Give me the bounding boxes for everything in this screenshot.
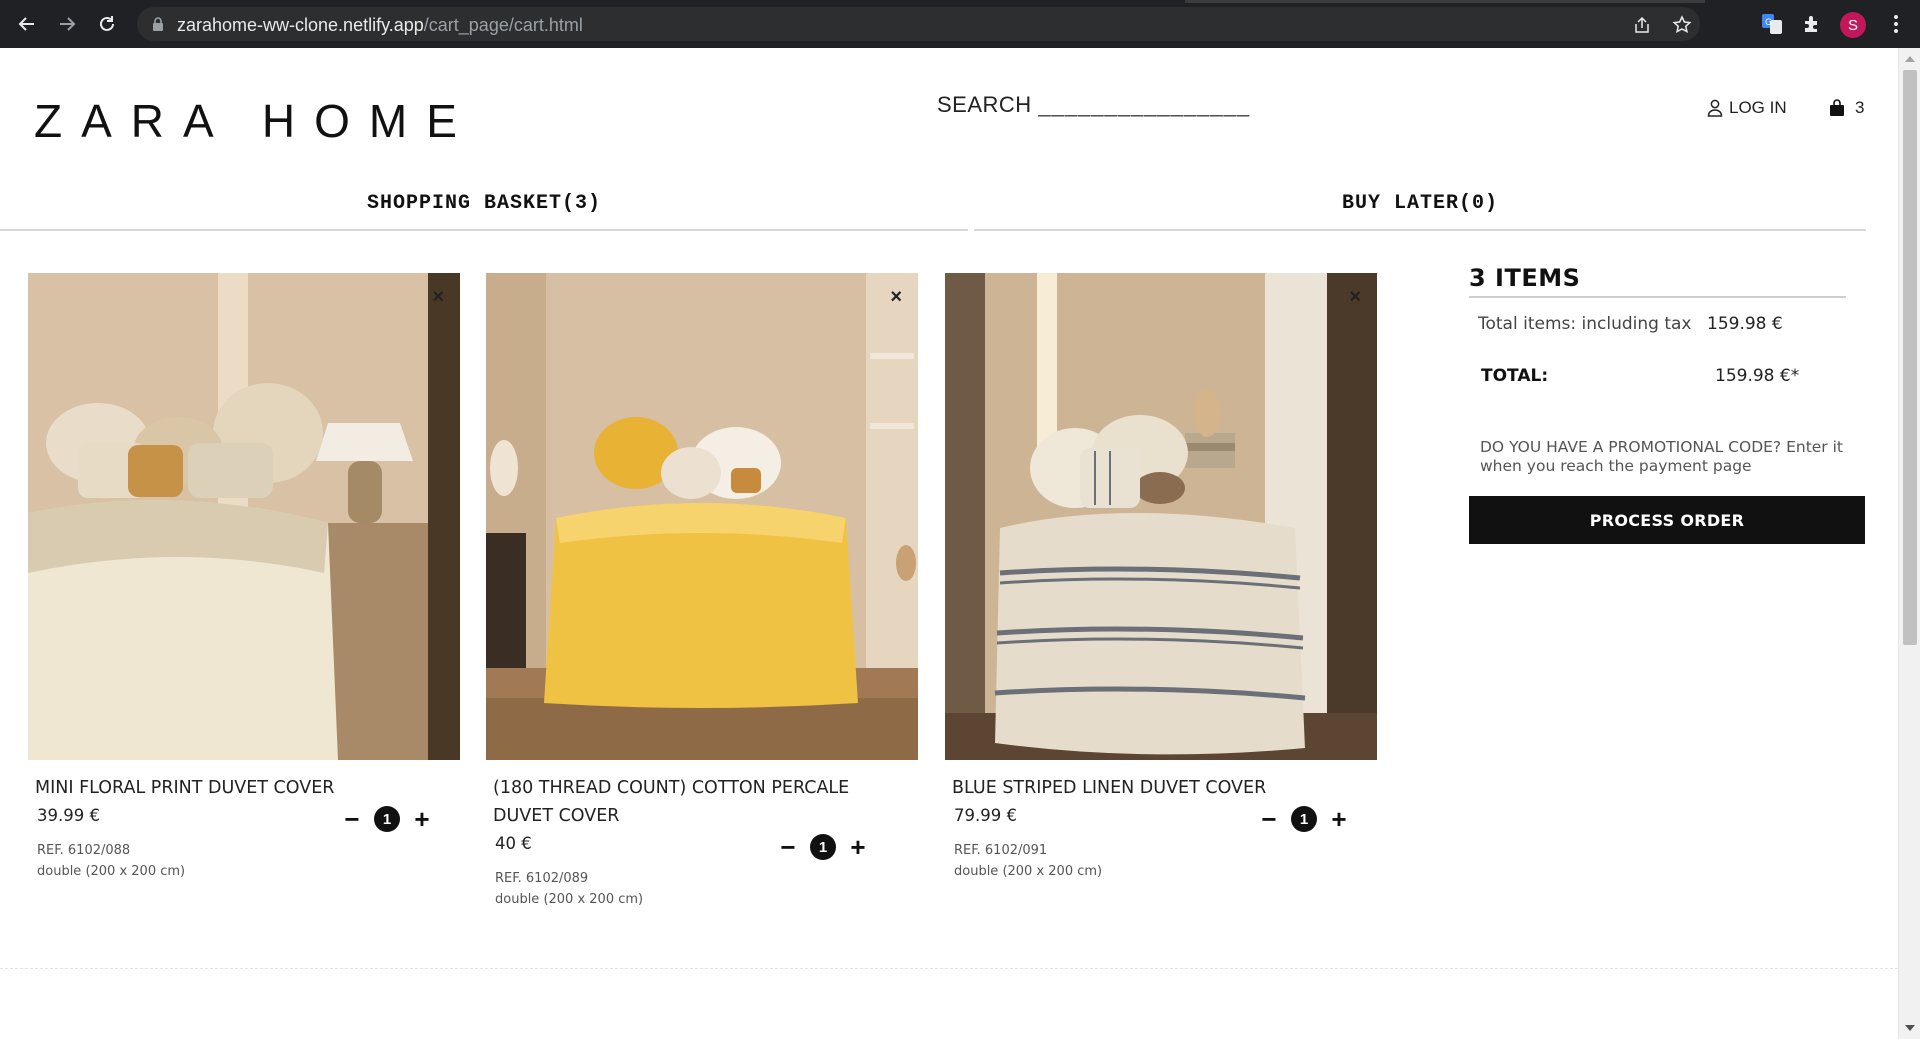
quantity-value: 1	[374, 806, 400, 832]
svg-text:G: G	[1765, 18, 1772, 28]
reload-icon[interactable]	[93, 10, 121, 38]
bookmark-star-icon[interactable]	[1672, 15, 1692, 35]
price-qty-row: 39.99 € − 1 +	[37, 806, 460, 834]
extensions-puzzle-icon[interactable]	[1800, 12, 1824, 36]
product-price: 40 €	[495, 834, 532, 853]
quantity-value: 1	[810, 834, 836, 860]
user-icon	[1707, 99, 1723, 117]
total-items-label: Total items: including tax	[1478, 314, 1692, 334]
cart-count: 3	[1855, 98, 1865, 117]
decrease-qty-button[interactable]: −	[1259, 806, 1279, 832]
cart-tabs: SHOPPING BASKET(3) BUY LATER(0)	[0, 178, 1866, 231]
profile-avatar[interactable]: S	[1840, 12, 1866, 38]
product-name[interactable]: BLUE STRIPED LINEN DUVET COVER	[952, 774, 1372, 802]
product-size: double (200 x 200 cm)	[37, 864, 186, 879]
total-row: TOTAL: 159.98 €*	[1469, 362, 1865, 392]
product-size: double (200 x 200 cm)	[495, 892, 644, 907]
promo-code-note: DO YOU HAVE A PROMOTIONAL CODE? Enter it…	[1480, 438, 1843, 475]
product-image[interactable]: ×	[28, 273, 460, 760]
translate-icon[interactable]: G	[1760, 12, 1784, 36]
address-bar[interactable]: zarahome-ww-clone.netlify.app/cart_page/…	[137, 7, 1700, 41]
cart-page: ZARA HOME SEARCH ________________ LOG IN…	[0, 48, 1898, 1039]
tab-buy-later[interactable]: BUY LATER(0)	[974, 178, 1866, 231]
scroll-up-arrow-icon[interactable]	[1905, 56, 1915, 62]
url-host: zarahome-ww-clone.netlify.app	[177, 15, 424, 35]
increase-qty-button[interactable]: +	[412, 806, 432, 832]
price-qty-row: 40 € − 1 +	[495, 834, 918, 862]
product-price: 39.99 €	[37, 806, 100, 825]
login-link[interactable]: LOG IN	[1707, 98, 1787, 118]
total-value: 159.98 €*	[1715, 366, 1800, 386]
tab-shopping-basket[interactable]: SHOPPING BASKET(3)	[0, 178, 968, 231]
total-items-row: Total items: including tax 159.98 €	[1469, 310, 1865, 340]
footer-divider	[0, 968, 1898, 969]
increase-qty-button[interactable]: +	[848, 834, 868, 860]
product-ref: REF. 6102/091	[954, 843, 1048, 858]
quantity-stepper: − 1 +	[778, 834, 868, 860]
shopping-bag-icon	[1830, 99, 1844, 116]
process-order-button[interactable]: PROCESS ORDER	[1469, 496, 1865, 544]
cart-link[interactable]: 3	[1829, 98, 1864, 118]
product-name[interactable]: (180 THREAD COUNT) COTTON PERCALE DUVET …	[493, 774, 913, 830]
zara-home-logo[interactable]: ZARA HOME	[34, 94, 476, 148]
scroll-down-arrow-icon[interactable]	[1905, 1025, 1915, 1031]
total-label: TOTAL:	[1481, 366, 1549, 386]
remove-item-icon[interactable]: ×	[432, 287, 444, 307]
cart-item: × (180 THREAD COUNT) COTTON PERCALE DUVE…	[486, 273, 918, 910]
quantity-stepper: − 1 +	[342, 806, 432, 832]
login-label: LOG IN	[1729, 98, 1787, 117]
items-count-heading: 3 ITEMS	[1469, 264, 1846, 298]
share-icon[interactable]	[1632, 15, 1652, 35]
increase-qty-button[interactable]: +	[1329, 806, 1349, 832]
product-size: double (200 x 200 cm)	[954, 864, 1103, 879]
price-qty-row: 79.99 € − 1 +	[954, 806, 1377, 834]
forward-arrow-icon[interactable]	[53, 10, 81, 38]
quantity-value: 1	[1291, 806, 1317, 832]
decrease-qty-button[interactable]: −	[342, 806, 362, 832]
search-input-line[interactable]: ________________	[1038, 92, 1250, 117]
url-text: zarahome-ww-clone.netlify.app/cart_page/…	[177, 15, 583, 36]
scrollbar-thumb[interactable]	[1903, 70, 1917, 645]
page-scrollbar[interactable]	[1898, 48, 1920, 1039]
product-price: 79.99 €	[954, 806, 1017, 825]
browser-menu-icon[interactable]	[1888, 12, 1904, 36]
lock-icon	[153, 17, 163, 31]
product-ref: REF. 6102/089	[495, 871, 589, 886]
product-image[interactable]: ×	[486, 273, 918, 760]
back-arrow-icon[interactable]	[13, 10, 41, 38]
tab-strip-edge	[1185, 0, 1705, 3]
order-summary: 3 ITEMS Total items: including tax 159.9…	[1469, 264, 1865, 544]
search-field[interactable]: SEARCH ________________	[937, 92, 1250, 118]
search-label: SEARCH	[937, 92, 1032, 117]
decrease-qty-button[interactable]: −	[778, 834, 798, 860]
remove-item-icon[interactable]: ×	[890, 287, 902, 307]
total-items-value: 159.98 €	[1707, 314, 1783, 334]
cart-item: × BLUE STRIPED LINEN DUVET COVER 79.99 €…	[945, 273, 1377, 882]
product-name[interactable]: MINI FLORAL PRINT DUVET COVER	[35, 774, 455, 802]
cart-item: × MINI FLORAL PRINT DUVET COVER 39.99 € …	[28, 273, 460, 882]
quantity-stepper: − 1 +	[1259, 806, 1349, 832]
browser-toolbar: zarahome-ww-clone.netlify.app/cart_page/…	[0, 0, 1920, 48]
product-image[interactable]: ×	[945, 273, 1377, 760]
remove-item-icon[interactable]: ×	[1349, 287, 1361, 307]
url-path: /cart_page/cart.html	[423, 15, 583, 35]
product-ref: REF. 6102/088	[37, 843, 131, 858]
